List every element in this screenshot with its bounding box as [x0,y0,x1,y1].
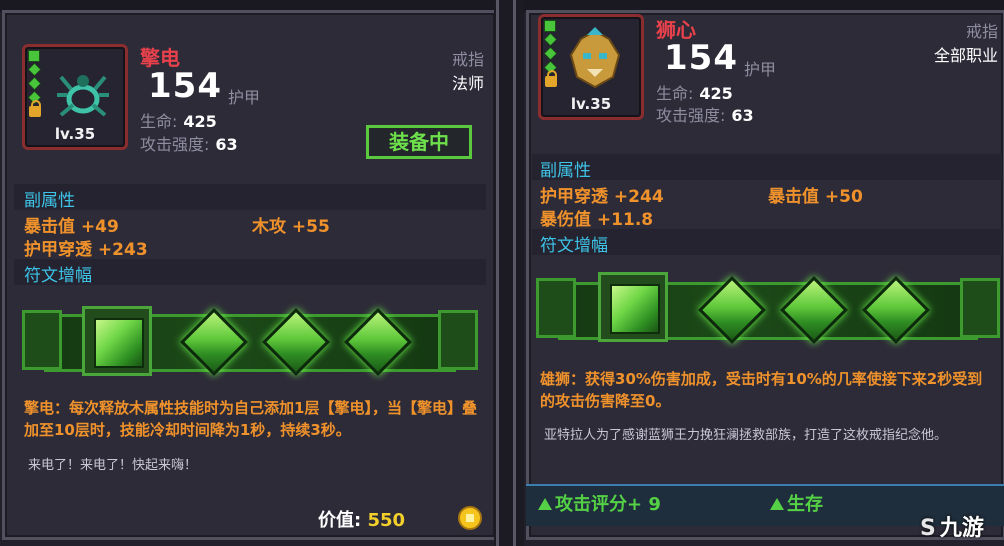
arrow-up-icon [770,498,784,510]
rune-title: 符文增幅 [540,236,608,256]
effect-text: 擎电：每次释放木属性技能时为自己添加1层【擎电】，当【擎电】叠加至10层时，技能… [24,399,477,439]
sub-stats-title: 副属性 [540,161,591,181]
survival-score: 生存 [770,490,823,516]
armor-value: 154 [148,66,222,106]
rune-slots-icon [28,51,41,117]
attack-stat: 攻击强度: 63 [140,135,238,154]
rune-gem-icon [610,284,660,334]
sub-stat-wood-attack: 木攻 +55 [252,217,330,237]
lock-icon [29,100,41,117]
sub-stat-crit-damage: 暴伤值 +11.8 [540,210,654,230]
sub-stat-armor-pen: 护甲穿透 +244 [540,187,664,207]
watermark-logo: S 九游 [920,516,984,541]
sub-stat-crit: 暴击值 +50 [768,187,863,207]
flavor-text: 亚特拉人为了感谢蓝狮王力挽狂澜拯救部族，打造了这枚戒指纪念他。 [544,428,948,443]
hp-stat: 生命: 425 [140,112,217,131]
arrow-up-icon [538,498,552,510]
equipped-button[interactable]: 装备中 [366,125,472,159]
attack-score: 攻击评分+ 9 [538,490,661,516]
item-slot: 戒指 [965,22,998,41]
price: 价值: 550 [318,510,406,531]
flavor-text: 来电了！来电了！快起来嗨！ [28,458,198,473]
armor-label: 护甲 [228,88,261,107]
item-slot: 戒指 [451,50,484,69]
lion-head-icon [569,27,621,89]
item-portrait-right[interactable]: lv.35 [538,14,644,120]
rune-gem-icon [94,318,144,368]
item-portrait-left[interactable]: lv.35 [22,44,128,150]
armor-value: 154 [664,38,738,78]
armor-label: 护甲 [744,60,777,79]
rune-slot-main[interactable] [82,306,152,376]
rune-title: 符文增幅 [24,266,92,286]
attack-stat: 攻击强度: 63 [656,106,754,125]
sub-stats-band [532,154,1002,180]
sub-stats-title: 副属性 [24,191,75,211]
sub-stat-armor-pen: 护甲穿透 +243 [24,240,148,260]
sub-stat-crit: 暴击值 +49 [24,217,119,237]
hp-stat: 生命: 425 [656,84,733,103]
lock-icon [545,70,557,87]
item-level: lv.35 [54,125,96,143]
coin-icon [458,506,482,530]
rune-slot-main[interactable] [598,272,668,342]
item-class: 全部职业 [933,46,998,65]
effect-text: 雄狮：获得30%伤害加成，受击时有10%的几率使接下来2秒受到的攻击伤害降至0。 [540,370,983,410]
rune-slots-icon [544,21,557,87]
panel-separator [494,0,524,546]
item-level: lv.35 [570,95,612,113]
item-class: 法师 [451,74,484,93]
ring-insect-icon [57,75,109,117]
sub-stats-band [14,184,486,210]
